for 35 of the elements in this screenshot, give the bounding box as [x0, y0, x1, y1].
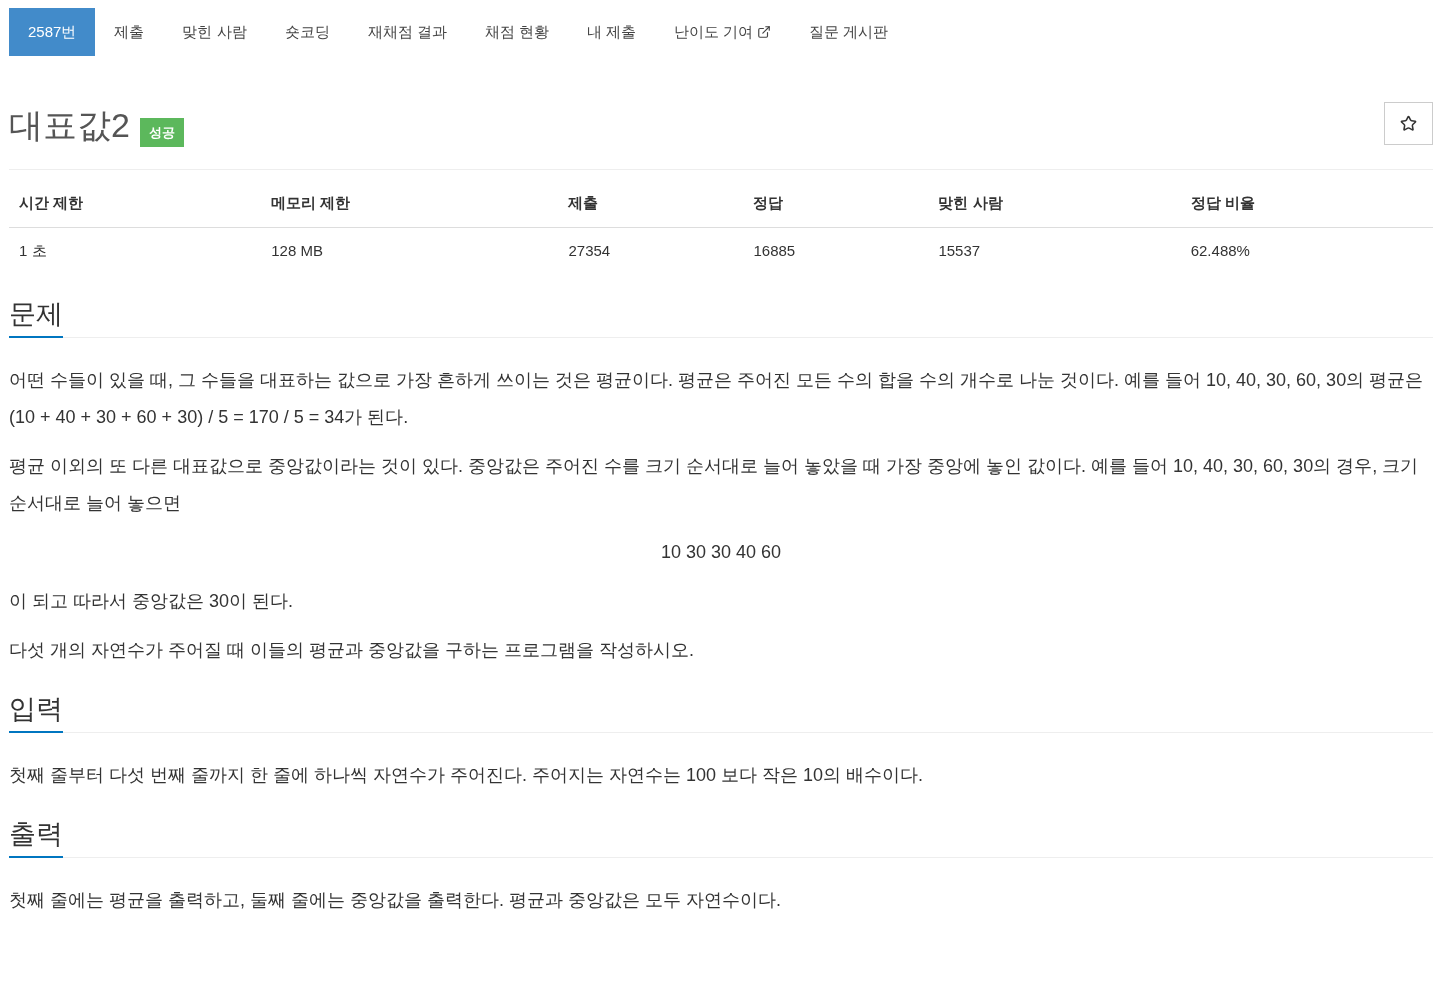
status-badge: 성공 — [139, 117, 184, 147]
table-cell: 27354 — [558, 227, 744, 272]
table-cell: 15537 — [928, 227, 1181, 272]
table-cell: 62.488% — [1180, 227, 1433, 272]
favorite-button[interactable] — [1384, 102, 1433, 145]
paragraph-text: 첫째 줄에는 평균을 출력하고, 둘째 줄에는 중앙값을 출력한다. 평균과 중앙값은 모두 자연수이다. — [9, 889, 782, 912]
column-header: 정답 — [743, 192, 929, 227]
problem-title: 대표값2 — [9, 105, 130, 145]
paragraph-text: 어떤 수들이 있을 때, 그 수들을 대표하는 값으로 가장 흔하게 쓰이는 것은 평균이다. 평균은 주어진 모든 수의 합을 수의 개수로 나눈 것이다. 예를 들어 10, 40, 30, 60, 30의 평균은 (10 + 40 + 30 + 60 + 30) / 5 = 170 / 5 = 34가 된다. — [9, 369, 1425, 429]
section-heading: 출력 — [9, 814, 63, 858]
paragraph-text: 다섯 개의 자연수가 주어질 때 이들의 평균과 중앙값을 구하는 프로그램을 작성하시오. — [9, 639, 695, 662]
table-cell: 1 초 — [9, 227, 262, 272]
section-heading: 문제 — [9, 294, 63, 338]
column-header: 시간 제한 — [9, 192, 262, 227]
number-sequence: 10 30 30 40 60 — [659, 541, 783, 564]
paragraph-text: 평균 이외의 또 다른 대표값으로 중앙값이라는 것이 있다. 중앙값은 주어진 수를 크기 순서대로 늘어 놓았을 때 가장 중앙에 놓인 값이다. 예를 들어 10, 40, 30, 60, 30의 경우, 크기 순서대로 늘어 놓으면 — [9, 455, 1420, 515]
paragraph-text: 첫째 줄부터 다섯 번째 줄까지 한 줄에 하나씩 자연수가 주어진다. 주어지는 자연수는 100 보다 작은 10의 배수이다. — [9, 764, 925, 787]
nav-tab[interactable]: 맞힌 사람 — [163, 8, 266, 56]
nav-tab[interactable]: 제출 — [95, 8, 164, 56]
nav-tab[interactable]: 숏코딩 — [265, 8, 349, 56]
nav-tab[interactable]: 내 제출 — [567, 8, 656, 56]
table-cell: 128 MB — [261, 227, 559, 272]
nav-tab[interactable]: 재채점 결과 — [348, 8, 466, 56]
paragraph-text: 이 되고 따라서 중앙값은 30이 된다. — [9, 590, 295, 613]
column-header: 맞힌 사람 — [928, 192, 1181, 227]
column-header: 제출 — [558, 192, 744, 227]
nav-tab[interactable]: 채점 현황 — [465, 8, 568, 56]
nav-tab[interactable]: 2587번 — [9, 8, 96, 56]
nav-tab[interactable]: 질문 게시판 — [790, 8, 908, 56]
section-heading: 입력 — [9, 689, 63, 733]
column-header: 정답 비율 — [1180, 192, 1433, 227]
nav-tab[interactable]: 난이도 기여 — [655, 8, 791, 56]
star-icon — [1400, 115, 1417, 132]
column-header: 메모리 제한 — [261, 192, 559, 227]
table-cell: 16885 — [743, 227, 929, 272]
